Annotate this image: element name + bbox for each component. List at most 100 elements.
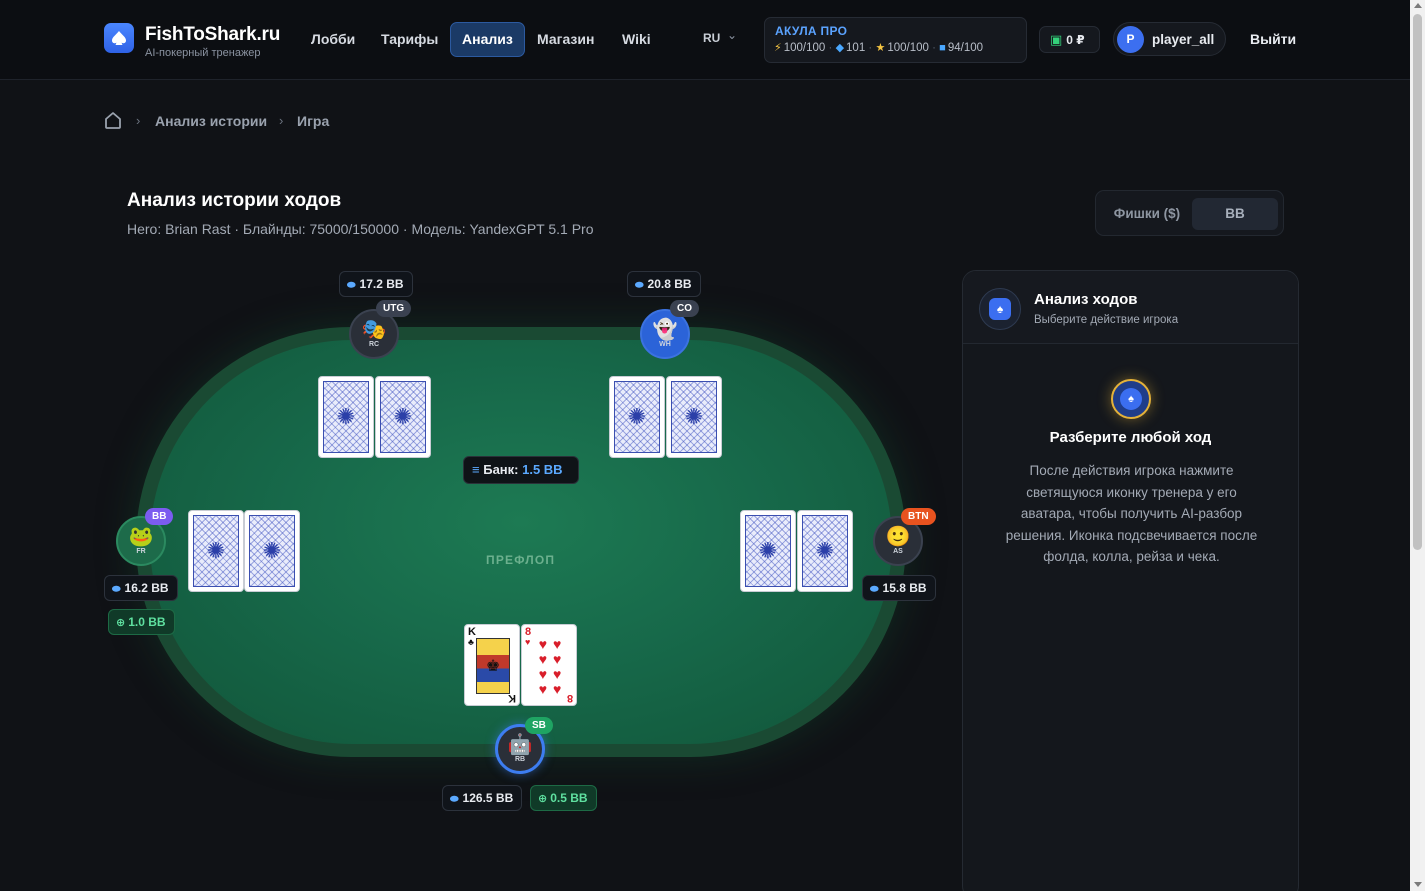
gem-icon: ■ (939, 42, 946, 54)
stack-utg: ⬬ 17.2 BB (339, 271, 413, 297)
stack-value: 15.8 BB (882, 581, 927, 595)
user-menu[interactable]: P player_all (1113, 22, 1226, 56)
chip-icon: ⬬ (870, 584, 879, 595)
coach-icon: ♠ (1111, 379, 1151, 419)
page-subtitle: Hero: Brian Rast · Блайнды: 75000/150000… (127, 221, 594, 237)
diamond-icon: ◆ (835, 42, 845, 54)
bet-arrow-icon: ⊕ (538, 793, 548, 805)
chevron-right-icon: › (136, 113, 141, 128)
chevron-down-icon[interactable]: ⌄ (727, 28, 737, 42)
plan-title: АКУЛА ПРО (775, 24, 848, 38)
nav-shop[interactable]: Магазин (526, 22, 605, 57)
logout-button[interactable]: Выйти (1250, 31, 1296, 47)
bet-value: 1.0 BB (128, 615, 166, 629)
plan-stat-gems: 94/100 (947, 42, 984, 54)
ghost-icon: 👻 (652, 319, 678, 341)
nav-wiki[interactable]: Wiki (611, 22, 662, 57)
analysis-panel: ♠ Анализ ходов Выберите действие игрока … (962, 270, 1299, 891)
position-badge-co: CO (670, 300, 699, 317)
unit-option-chips[interactable]: Фишки ($) (1104, 198, 1190, 230)
hero-card-2: 8 ♥ ♥ ♥ ♥ ♥ ♥ ♥ ♥ ♥ 8 (521, 624, 577, 706)
star-icon: ★ (875, 42, 886, 54)
plan-stat-diamonds: 101 (846, 42, 866, 54)
position-badge-btn: BTN (901, 508, 936, 525)
breadcrumb-game: Игра (297, 113, 330, 129)
home-icon[interactable] (103, 110, 123, 135)
player-initials: AS (893, 548, 903, 555)
bet-bb: ⊕ 1.0 BB (108, 609, 175, 635)
position-badge-utg: UTG (376, 300, 412, 317)
breadcrumb-history-analysis[interactable]: Анализ истории (155, 113, 267, 129)
chip-icon: ⬬ (450, 794, 459, 805)
king-face-icon: ♚ (476, 638, 510, 694)
chevron-right-icon: › (279, 113, 284, 128)
spade-logo-icon[interactable] (104, 23, 134, 53)
nav-lobby[interactable]: Лобби (300, 22, 366, 57)
plan-status[interactable]: АКУЛА ПРО ⚡ 100/100 · ◆ 101 · ★ 100/100 · ■… (764, 17, 1027, 63)
stack-btn: ⬬ 15.8 BB (862, 575, 936, 601)
panel-title: Анализ ходов (1034, 291, 1138, 308)
plan-stat-stars: 100/100 (887, 42, 929, 54)
chip-icon: ⬬ (635, 280, 644, 291)
player-initials: FR (136, 548, 146, 555)
scroll-up-arrow-icon[interactable] (1414, 3, 1422, 8)
stack-value: 20.8 BB (647, 277, 692, 291)
plan-stats: ⚡ 100/100 · ◆ 101 · ★ 100/100 · ■ 94/100 (774, 42, 984, 54)
chip-icon: ⬬ (347, 280, 356, 291)
card-back: ✺ (666, 376, 722, 458)
player-initials: WH (659, 341, 671, 348)
heart-pips-icon: ♥ ♥ ♥ ♥ ♥ ♥ ♥ ♥ (538, 635, 562, 697)
card-back: ✺ (244, 510, 300, 592)
heart-icon: ♥ (525, 637, 531, 647)
plan-stat-energy: 100/100 (783, 42, 826, 54)
stack-value: 17.2 BB (359, 277, 404, 291)
wallet-icon: ▣ (1050, 32, 1063, 47)
hero-card-1: K ♣ ♚ K (464, 624, 520, 706)
card-back: ✺ (188, 510, 244, 592)
page-scrollbar[interactable] (1410, 0, 1425, 891)
logo-subtitle: AI-покерный тренажер (145, 47, 261, 59)
stack-co: ⬬ 20.8 BB (627, 271, 701, 297)
page-title: Анализ истории ходов (127, 190, 342, 211)
pot-value: 1.5 BB (522, 462, 563, 477)
position-badge-bb: BB (145, 508, 174, 525)
bet-value: 0.5 BB (550, 791, 588, 805)
unit-option-bb[interactable]: BB (1192, 198, 1278, 230)
wallet-balance[interactable]: ▣ 0 ₽ (1039, 26, 1100, 53)
unit-toggle: Фишки ($) BB (1095, 190, 1284, 236)
logo-title[interactable]: FishToShark.ru (145, 24, 280, 46)
nav-tariffs[interactable]: Тарифы (370, 22, 449, 57)
panel-description: После действия игрока нажмите светящуюся… (1005, 463, 1258, 564)
robot-icon: 🤖 (507, 734, 533, 756)
scroll-thumb[interactable] (1413, 14, 1422, 550)
card-back: ✺ (609, 376, 665, 458)
mask-icon: 🎭 (361, 319, 387, 341)
card-back: ✺ (375, 376, 431, 458)
stack-bb: ⬬ 16.2 BB (104, 575, 178, 601)
club-icon: ♣ (468, 637, 474, 647)
bet-arrow-icon: ⊕ (116, 617, 126, 629)
spade-badge-icon: ♠ (979, 288, 1021, 330)
position-badge-sb: SB (525, 717, 553, 734)
scroll-down-arrow-icon[interactable] (1414, 882, 1422, 887)
card-rank: K (508, 692, 516, 704)
player-initials: RB (514, 756, 526, 763)
chips-icon: ≡ (472, 462, 480, 477)
panel-heading: Разберите любой ход (1049, 429, 1212, 446)
username: player_all (1152, 32, 1215, 47)
panel-subtitle: Выберите действие игрока (1034, 314, 1179, 326)
panel-header: ♠ Анализ ходов Выберите действие игрока (963, 271, 1298, 344)
lightning-icon: ⚡ (774, 42, 782, 54)
top-header: FishToShark.ru AI-покерный тренажер Лобб… (0, 0, 1410, 80)
card-back: ✺ (797, 510, 853, 592)
street-label: ПРЕФЛОП (486, 553, 556, 567)
language-select[interactable]: RU (703, 31, 720, 45)
pot-display: ≡ Банк: 1.5 BB (463, 456, 579, 484)
card-rank: 8 (566, 692, 573, 704)
frog-icon: 🐸 (128, 526, 154, 548)
nav-analysis[interactable]: Анализ (450, 22, 525, 57)
pot-label: Банк: (483, 462, 519, 477)
stack-sb: ⬬ 126.5 BB (442, 785, 523, 811)
stack-value: 126.5 BB (462, 791, 514, 805)
bet-sb: ⊕ 0.5 BB (530, 785, 597, 811)
